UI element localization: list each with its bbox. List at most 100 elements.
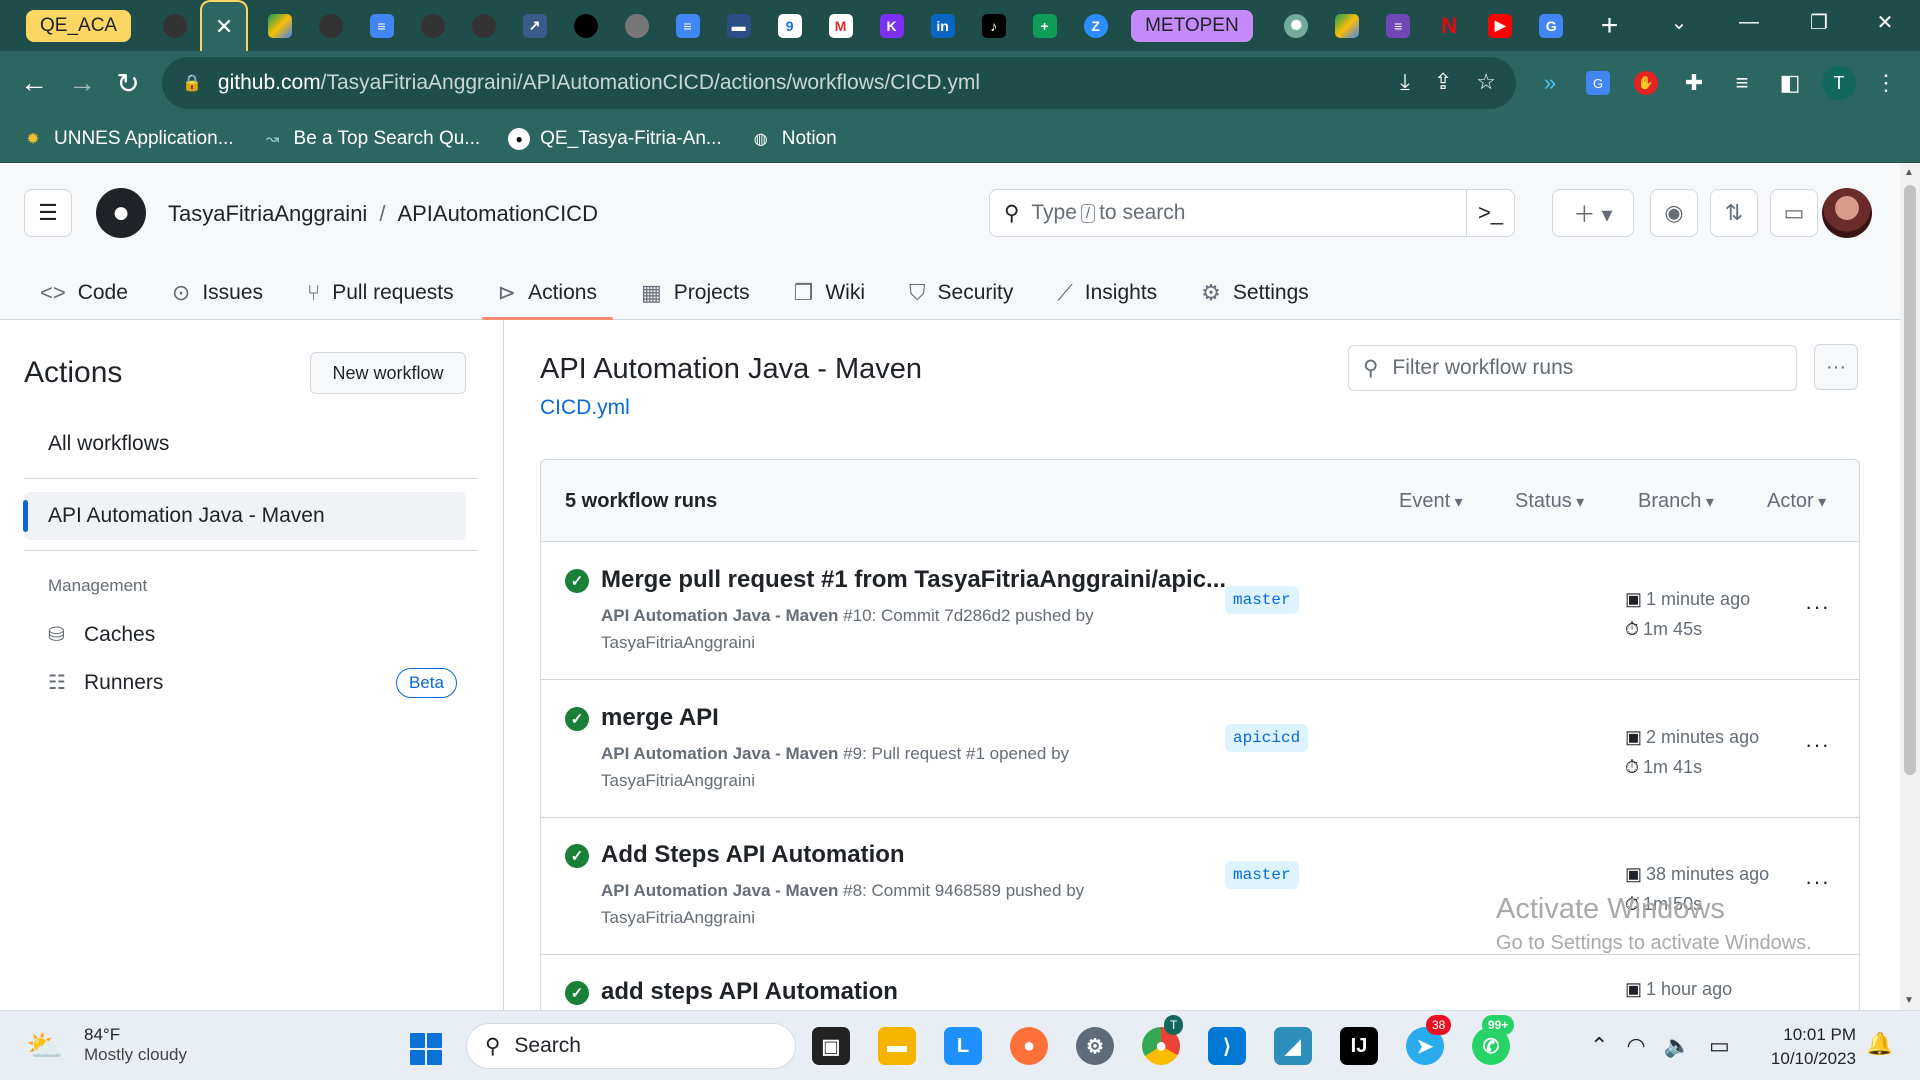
tab-linkedin[interactable]: in [917, 0, 968, 51]
search-input[interactable]: ⚲ Type / to search >_ [989, 189, 1515, 237]
tab-group-metopen[interactable]: METOPEN [1131, 9, 1253, 42]
run-options-icon[interactable]: ··· [1805, 869, 1830, 895]
tab-tiktok[interactable]: ♪ [968, 0, 1019, 51]
adblock-icon[interactable]: ✋ [1630, 67, 1662, 99]
reload-icon[interactable]: ↻ [110, 65, 146, 101]
branch-label[interactable]: apicicd [1225, 724, 1309, 752]
bookmark-star-icon[interactable]: ☆ [1476, 69, 1496, 95]
sidebar-item-all-workflows[interactable]: All workflows [24, 420, 466, 468]
tab-projects[interactable]: ▦ Projects [625, 266, 766, 320]
tab-chatgpt[interactable]: ✺ [1271, 0, 1322, 51]
tab-active-close-icon[interactable]: ✕ [200, 0, 249, 51]
tab-klipfolio[interactable]: K [866, 0, 917, 51]
volume-icon[interactable]: 🔈 [1664, 1033, 1691, 1059]
run-actor[interactable]: TasyaFitriaAnggraini [601, 908, 755, 927]
tab-drive-2[interactable] [1322, 0, 1373, 51]
status-filter-dropdown[interactable]: Status [1515, 490, 1584, 513]
inbox-icon[interactable]: ▭ [1770, 189, 1818, 237]
forward-icon[interactable]: → [64, 65, 100, 101]
workflow-run-row[interactable]: ✓ Merge pull request #1 from TasyaFitria… [541, 542, 1859, 680]
notification-bell-icon[interactable]: 🔔 [1866, 1031, 1893, 1057]
address-bar[interactable]: 🔒 github.com/TasyaFitriaAnggraini/APIAut… [162, 57, 1516, 109]
side-panel-icon[interactable]: ◧ [1774, 67, 1806, 99]
tab-github-3[interactable] [407, 0, 458, 51]
page-scrollbar[interactable]: ▲ ▼ [1900, 163, 1920, 1010]
file-explorer-icon[interactable]: ▬ [878, 1027, 916, 1065]
workflow-file-link[interactable]: CICD.yml [540, 396, 630, 420]
share-icon[interactable]: ⇪ [1434, 69, 1452, 95]
tab-netflix[interactable]: N [1424, 0, 1475, 51]
run-options-icon[interactable]: ··· [1805, 732, 1830, 758]
tab-wiki[interactable]: ❒ Wiki [778, 266, 881, 320]
run-actor[interactable]: TasyaFitriaAnggraini [601, 771, 755, 790]
tab-pull-requests[interactable]: ⑂ Pull requests [291, 266, 470, 320]
windows-start-icon[interactable] [410, 1033, 442, 1065]
tab-search-icon[interactable]: ⌄ [1644, 0, 1714, 44]
bookmark-unnes[interactable]: ✹ UNNES Application... [22, 128, 233, 150]
tab-translate[interactable]: G [1526, 0, 1577, 51]
tab-globe[interactable] [611, 0, 662, 51]
tab-drive[interactable] [254, 0, 305, 51]
branch-label[interactable]: master [1225, 861, 1299, 889]
l-app-icon[interactable]: L [944, 1027, 982, 1065]
tab-github-5[interactable] [560, 0, 611, 51]
workflow-options-button[interactable]: ··· [1814, 344, 1858, 390]
hamburger-menu-icon[interactable]: ☰ [24, 189, 72, 237]
settings-icon[interactable]: ⚙ [1076, 1027, 1114, 1065]
tab-insights[interactable]: ⟋ Insights [1041, 266, 1173, 320]
tab-sheets[interactable]: + [1019, 0, 1070, 51]
pull-requests-icon[interactable]: ⇅ [1710, 189, 1758, 237]
tab-calendar[interactable]: 9 [764, 0, 815, 51]
tab-security[interactable]: ⛉ Security [893, 266, 1029, 320]
tab-docs-2[interactable]: ≡ [662, 0, 713, 51]
tab-github-4[interactable] [458, 0, 509, 51]
restore-icon[interactable]: ❐ [1784, 0, 1854, 44]
new-tab-icon[interactable]: + [1601, 9, 1619, 43]
workflow-run-row[interactable]: ✓ merge API API Automation Java - Maven … [541, 680, 1859, 818]
bookmark-qe-tasya[interactable]: ● QE_Tasya-Fitria-An... [508, 127, 722, 150]
event-filter-dropdown[interactable]: Event [1399, 490, 1463, 513]
new-workflow-button[interactable]: New workflow [310, 352, 466, 394]
tab-issues[interactable]: ⊙ Issues [156, 266, 279, 320]
run-title[interactable]: add steps API Automation [601, 978, 898, 1006]
tab-gmail[interactable]: M [815, 0, 866, 51]
intellij-icon[interactable]: IJ [1340, 1027, 1378, 1065]
github-logo-icon[interactable]: ● [96, 188, 146, 238]
tab-youtube[interactable]: ▶ [1475, 0, 1526, 51]
sidebar-item-caches[interactable]: ⛁ Caches [48, 622, 155, 647]
command-palette-icon[interactable]: >_ [1466, 190, 1514, 236]
actor-filter-dropdown[interactable]: Actor [1767, 490, 1826, 513]
tab-docs[interactable]: ≡ [356, 0, 407, 51]
run-title[interactable]: merge API [601, 704, 719, 732]
create-new-button[interactable]: ＋ ▾ [1552, 189, 1634, 237]
repo-link[interactable]: APIAutomationCICD [397, 201, 598, 227]
tab-link[interactable]: ↗ [509, 0, 560, 51]
filter-runs-input[interactable]: ⚲ Filter workflow runs [1348, 345, 1797, 391]
extensions-puzzle-icon[interactable]: ✚ [1678, 67, 1710, 99]
tab-github-2[interactable] [305, 0, 356, 51]
branch-label[interactable]: master [1225, 586, 1299, 614]
taskbar-search[interactable]: ⚲ Search [466, 1023, 796, 1069]
close-window-icon[interactable]: ✕ [1850, 0, 1920, 44]
run-options-icon[interactable]: ··· [1805, 594, 1830, 620]
scroll-down-icon[interactable]: ▼ [1904, 995, 1914, 1006]
bookmark-notion[interactable]: ◍ Notion [750, 128, 837, 150]
scroll-up-icon[interactable]: ▲ [1904, 167, 1914, 178]
translate-extension-icon[interactable]: G [1582, 67, 1614, 99]
chrome-menu-icon[interactable]: ⋮ [1870, 67, 1902, 99]
tab-github[interactable] [149, 0, 200, 51]
system-clock[interactable]: 10:01 PM 10/10/2023 [1760, 1023, 1856, 1071]
user-avatar[interactable] [1822, 188, 1872, 238]
bookmark-search-quality[interactable]: ↝ Be a Top Search Qu... [262, 128, 480, 150]
reading-list-icon[interactable]: ≡ [1726, 67, 1758, 99]
firefox-icon[interactable]: ● [1010, 1027, 1048, 1065]
tab-actions[interactable]: ⊳ Actions [481, 266, 614, 320]
install-icon[interactable]: ⤓ [1400, 69, 1410, 95]
vscode-icon[interactable]: ⟩ [1208, 1027, 1246, 1065]
sidebar-item-selected-workflow[interactable]: API Automation Java - Maven [23, 492, 466, 540]
photos-icon[interactable]: ◢ [1274, 1027, 1312, 1065]
tab-group-qe-aca[interactable]: QE_ACA [26, 9, 132, 42]
tab-code[interactable]: <> Code [24, 266, 144, 320]
run-title[interactable]: Add Steps API Automation [601, 841, 905, 869]
owner-link[interactable]: TasyaFitriaAnggraini [168, 201, 367, 227]
